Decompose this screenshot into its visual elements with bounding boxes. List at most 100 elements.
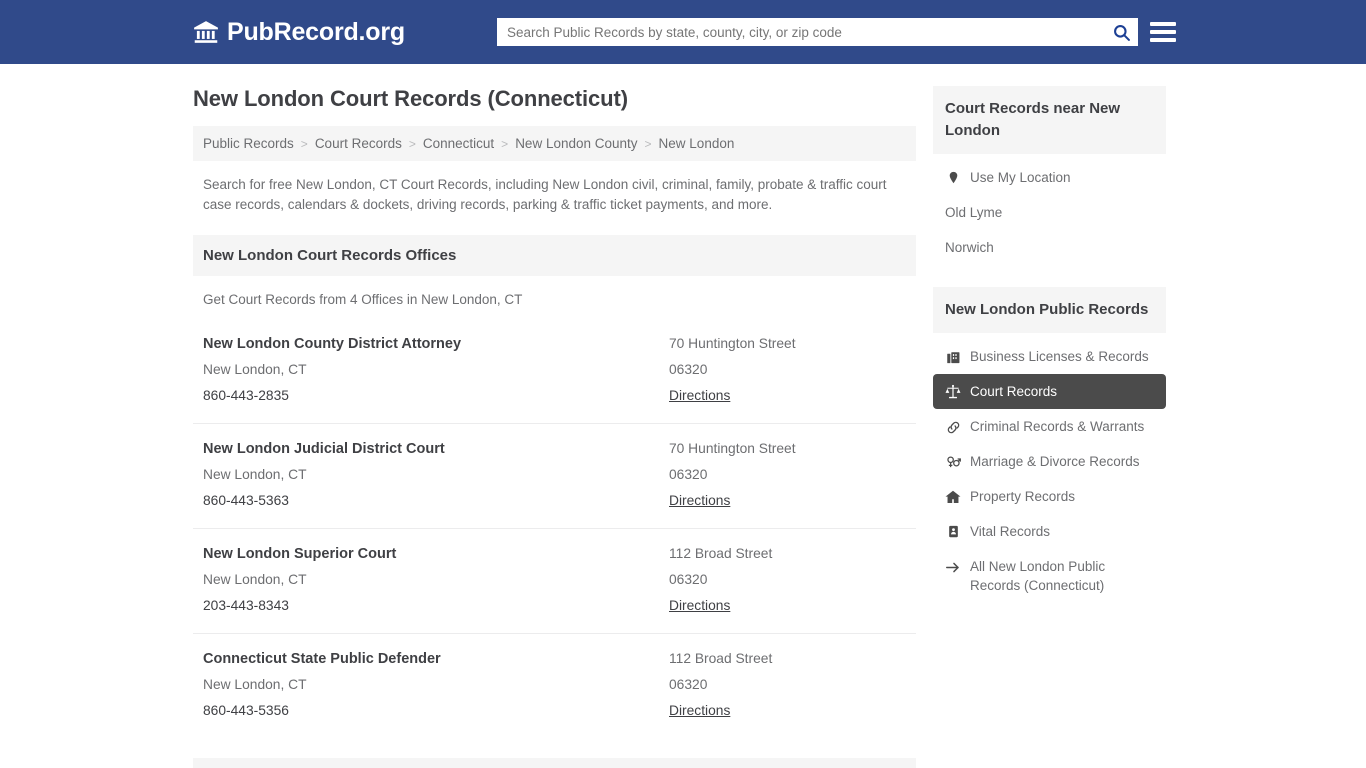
breadcrumb-separator: >: [644, 136, 652, 151]
sidebar-item-label: Use My Location: [970, 170, 1071, 185]
office-address: 112 Broad Street 06320 Directions: [669, 646, 906, 724]
sidebar-records-heading: New London Public Records: [933, 287, 1166, 333]
office-street: 70 Huntington Street: [669, 441, 796, 456]
sidebar-item-marriage-divorce-records[interactable]: Marriage & Divorce Records: [933, 444, 1166, 479]
sidebar-records-list: Business Licenses & Records Court Records…: [933, 333, 1166, 603]
directions-link[interactable]: Directions: [669, 698, 730, 724]
search-input[interactable]: [497, 24, 1104, 40]
breadcrumb-item[interactable]: Connecticut: [423, 136, 494, 151]
sidebar-item-court-records[interactable]: Court Records: [933, 374, 1166, 409]
sidebar-near-list: Use My Location Old Lyme Norwich: [933, 154, 1166, 265]
office-city-state: New London, CT: [203, 677, 307, 692]
office-city-state: New London, CT: [203, 467, 307, 482]
office-name: Connecticut State Public Defender: [203, 651, 441, 667]
sidebar-item-criminal-records-warrants[interactable]: Criminal Records & Warrants: [933, 409, 1166, 444]
search-button[interactable]: [1104, 18, 1138, 46]
office-city-state: New London, CT: [203, 572, 307, 587]
hamburger-bar: [1150, 38, 1176, 42]
sidebar-item-label: Old Lyme: [945, 205, 1003, 220]
breadcrumb-item[interactable]: New London: [659, 136, 735, 151]
sidebar-records-block: New London Public Records Business Licen…: [933, 287, 1166, 603]
bank-building-icon: [193, 19, 219, 45]
hamburger-menu-icon[interactable]: [1150, 18, 1176, 46]
office-city-state: New London, CT: [203, 362, 307, 377]
office-zip: 06320: [669, 677, 708, 692]
offices-subtitle: Get Court Records from 4 Offices in New …: [203, 292, 523, 307]
sidebar-item-all-new-london-public-records-connecticut[interactable]: All New London Public Records (Connectic…: [933, 549, 1166, 603]
office-street: 112 Broad Street: [669, 546, 773, 561]
sidebar-near-block: Court Records near New London Use My Loc…: [933, 86, 1166, 265]
link-chain-icon: [945, 419, 961, 435]
map-pin-icon: [945, 170, 961, 186]
directions-link[interactable]: Directions: [669, 383, 730, 409]
sidebar-item-vital-records[interactable]: Vital Records: [933, 514, 1166, 549]
sidebar-item-label: Marriage & Divorce Records: [970, 454, 1140, 469]
sidebar-item-use-my-location[interactable]: Use My Location: [933, 160, 1166, 195]
scales-of-justice-icon: [945, 384, 961, 400]
search-icon: [1113, 24, 1130, 41]
office-street: 112 Broad Street: [669, 651, 773, 666]
office-name: New London Superior Court: [203, 546, 397, 562]
sidebar-item-label: Criminal Records & Warrants: [970, 419, 1145, 434]
gender-symbols-icon: [945, 454, 961, 470]
office-row: New London County District Attorney New L…: [193, 319, 916, 424]
breadcrumb-item[interactable]: New London County: [515, 136, 637, 151]
office-name: New London County District Attorney: [203, 336, 462, 352]
office-row: Connecticut State Public Defender New Lon…: [193, 634, 916, 738]
office-zip: 06320: [669, 572, 708, 587]
office-row: New London Judicial District Court New Lo…: [193, 424, 916, 529]
breadcrumb-separator: >: [501, 136, 509, 151]
sidebar-item-label: Court Records: [970, 384, 1058, 399]
hamburger-bar: [1150, 22, 1176, 26]
office-address: 112 Broad Street 06320 Directions: [669, 541, 906, 619]
breadcrumb-item[interactable]: Court Records: [315, 136, 402, 151]
hamburger-bar: [1150, 30, 1176, 34]
office-row: New London Superior Court New London, CT 2…: [193, 529, 916, 634]
office-details: Connecticut State Public Defender New Lon…: [203, 646, 669, 724]
page-body: New London Court Records (Connecticut) P…: [0, 64, 1366, 768]
house-icon: [945, 489, 961, 505]
page-intro-text: Search for free New London, CT Court Rec…: [203, 177, 887, 212]
arrow-right-icon: [945, 559, 961, 575]
briefcase-icon: [945, 349, 961, 365]
offices-section-heading: New London Court Records Offices: [193, 235, 916, 276]
office-phone: 860-443-2835: [203, 388, 289, 403]
office-name: New London Judicial District Court: [203, 441, 445, 457]
directions-link[interactable]: Directions: [669, 488, 730, 514]
sidebar-item-property-records[interactable]: Property Records: [933, 479, 1166, 514]
sidebar-item-label: Norwich: [945, 240, 994, 255]
offices-list: New London County District Attorney New L…: [193, 319, 916, 738]
databases-section-heading: New London Court Records Databases: [193, 758, 916, 768]
office-details: New London Judicial District Court New Lo…: [203, 436, 669, 514]
page-title: New London Court Records (Connecticut): [193, 86, 628, 111]
sidebar-near-heading: Court Records near New London: [933, 86, 1166, 154]
sidebar-item-norwich[interactable]: Norwich: [933, 230, 1166, 265]
office-phone: 203-443-8343: [203, 598, 289, 613]
breadcrumb-separator: >: [300, 136, 308, 151]
directions-link[interactable]: Directions: [669, 593, 730, 619]
sidebar-item-business-licenses-records[interactable]: Business Licenses & Records: [933, 339, 1166, 374]
id-card-icon: [945, 524, 961, 540]
office-phone: 860-443-5356: [203, 703, 289, 718]
office-phone: 860-443-5363: [203, 493, 289, 508]
office-details: New London County District Attorney New L…: [203, 331, 669, 409]
sidebar-item-label: Property Records: [970, 489, 1076, 504]
sidebar-item-label: Business Licenses & Records: [970, 349, 1149, 364]
site-logo[interactable]: PubRecord.org: [193, 18, 405, 47]
site-header: PubRecord.org: [0, 0, 1366, 64]
main-content: New London Court Records (Connecticut) P…: [193, 86, 916, 768]
office-details: New London Superior Court New London, CT 2…: [203, 541, 669, 619]
breadcrumb-separator: >: [408, 136, 416, 151]
brand-name: PubRecord.org: [227, 17, 405, 46]
office-zip: 06320: [669, 467, 708, 482]
sidebar-item-label: All New London Public Records (Connectic…: [970, 559, 1106, 593]
breadcrumb: Public Records > Court Records > Connecticut…: [193, 126, 916, 161]
sidebar-item-old-lyme[interactable]: Old Lyme: [933, 195, 1166, 230]
sidebar-item-label: Vital Records: [970, 524, 1051, 539]
office-address: 70 Huntington Street 06320 Directions: [669, 436, 906, 514]
office-address: 70 Huntington Street 06320 Directions: [669, 331, 906, 409]
breadcrumb-item[interactable]: Public Records: [203, 136, 294, 151]
sidebar: Court Records near New London Use My Loc…: [933, 86, 1166, 625]
search-bar[interactable]: [497, 18, 1138, 46]
office-street: 70 Huntington Street: [669, 336, 796, 351]
